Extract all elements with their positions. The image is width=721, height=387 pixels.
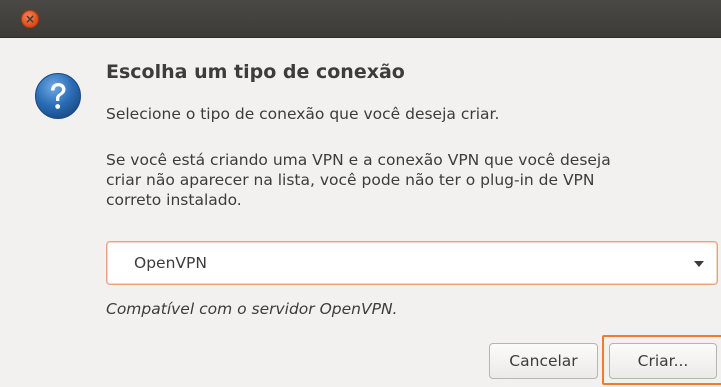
connection-type-description: Compatível com o servidor OpenVPN.	[106, 300, 398, 318]
cancel-button[interactable]: Cancelar	[489, 343, 598, 379]
dialog-subtitle: Selecione o tipo de conexão que você des…	[106, 105, 500, 123]
info-line: correto instalado.	[106, 191, 242, 209]
create-button[interactable]: Criar...	[609, 343, 717, 379]
dialog-title: Escolha um tipo de conexão	[106, 61, 405, 83]
connection-type-dialog: × Escolha um tipo de conexão Selecione o…	[0, 0, 721, 387]
vpn-info-text: Se você está criando uma VPN e a conexão…	[106, 150, 706, 210]
connection-type-select[interactable]: OpenVPN	[106, 241, 718, 285]
chevron-down-icon	[694, 261, 704, 267]
connection-type-value: OpenVPN	[134, 254, 207, 272]
close-icon: ×	[24, 12, 36, 26]
question-icon	[35, 73, 81, 119]
close-button[interactable]: ×	[21, 10, 39, 28]
title-bar: ×	[0, 0, 721, 38]
info-line: Se você está criando uma VPN e a conexão…	[106, 151, 611, 169]
info-line: criar não aparecer na lista, você pode n…	[106, 171, 595, 189]
